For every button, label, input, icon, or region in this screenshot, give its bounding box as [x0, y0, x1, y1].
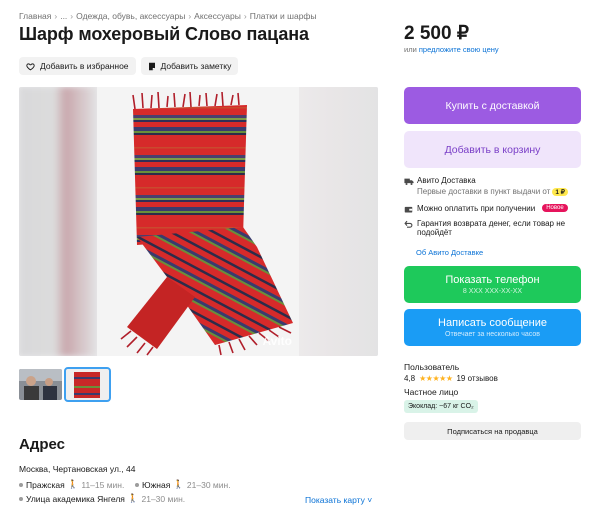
seller-rating: 4,8 ★★★★★ 19 отзывов	[404, 374, 498, 383]
thumbnail-1[interactable]	[19, 369, 62, 400]
add-to-cart-label: Добавить в корзину	[444, 143, 541, 156]
metro-time: 21–30 мин.	[141, 493, 186, 504]
write-message-label: Написать сообщение	[438, 317, 547, 329]
add-to-favorites-button[interactable]: Добавить в избранное	[19, 57, 136, 75]
gallery-blur-left	[19, 87, 97, 356]
metro-time: 21–30 мин.	[186, 479, 231, 490]
breadcrumb-separator: ›	[54, 11, 58, 21]
show-phone-label: Показать телефон	[445, 274, 540, 286]
metro-name: Южная	[142, 479, 171, 490]
star-icon: ★★★★★	[419, 374, 453, 383]
write-message-button[interactable]: Написать сообщение Отвечает за несколько…	[404, 309, 581, 346]
about-delivery-link[interactable]: Об Авито Доставке	[416, 248, 483, 257]
thumbnail-image	[66, 369, 109, 400]
address-heading: Адрес	[19, 436, 66, 453]
seller-role[interactable]: Пользователь	[404, 362, 459, 372]
guarantee-text: Гарантия возврата денег, если товар не п…	[417, 219, 566, 237]
seller-type: Частное лицо	[404, 387, 459, 397]
breadcrumb-separator: ›	[188, 11, 192, 21]
add-to-favorites-label: Добавить в избранное	[40, 61, 129, 71]
wallet-icon	[404, 205, 413, 214]
price-offer-line: или предложите свою цену	[404, 45, 499, 54]
price: 2 500 ₽	[404, 23, 469, 44]
metro-name: Пражская	[26, 479, 65, 490]
response-time: Отвечает за несколько часов	[445, 331, 540, 338]
offer-price-link[interactable]: предложите свою цену	[419, 45, 499, 54]
truck-icon	[404, 177, 414, 186]
show-map-link[interactable]: Показать карту ˅	[305, 495, 372, 505]
buy-with-delivery-label: Купить с доставкой	[445, 99, 540, 112]
heart-icon	[26, 62, 35, 71]
breadcrumb-home[interactable]: Главная	[19, 11, 51, 21]
product-photo	[97, 87, 299, 356]
buy-with-delivery-button[interactable]: Купить с доставкой	[404, 87, 581, 124]
metro-time: 11–15 мин.	[81, 479, 125, 490]
thumbnail-image	[19, 369, 62, 400]
breadcrumb-accessories[interactable]: Аксессуары	[194, 11, 241, 21]
metro-name: Улица академика Янгеля	[26, 493, 125, 504]
scarf-image	[97, 87, 299, 356]
metro-station: Пражская 🚶 11–15 мин.	[19, 479, 124, 490]
address-text: Москва, Чертановская ул., 44	[19, 464, 136, 474]
breadcrumb-clothing[interactable]: Одежда, обувь, аксессуары	[76, 11, 185, 21]
breadcrumb-separator: ›	[243, 11, 247, 21]
guarantee-row: Гарантия возврата денег, если товар не п…	[404, 219, 574, 237]
delivery-info-title: Авито Доставка Первые доставки в пункт в…	[404, 176, 568, 196]
metro-line-dot	[135, 482, 139, 487]
photo-thumbnails	[19, 367, 111, 402]
walking-icon: 🚶	[67, 479, 79, 489]
rating-value: 4,8	[404, 374, 416, 383]
pay-on-receipt-row: Можно оплатить при получении Новое	[404, 204, 568, 214]
metro-station: Улица академика Янгеля 🚶 21–30 мин.	[19, 493, 185, 504]
listing-actions: Добавить в избранное Добавить заметку	[19, 57, 239, 75]
reviews-link[interactable]: 19 отзывов	[456, 374, 497, 383]
add-note-button[interactable]: Добавить заметку	[140, 57, 239, 75]
delivery-title: Авито Доставка	[417, 176, 476, 185]
walking-icon: 🚶	[173, 479, 184, 489]
price-or-text: или	[404, 45, 417, 54]
note-icon	[148, 62, 156, 71]
breadcrumb-ellipsis[interactable]: ...	[60, 11, 67, 21]
delivery-pickup-text: Первые доставки в пункт выдачи от 1 ₽	[417, 187, 568, 196]
thumbnail-2[interactable]	[64, 367, 111, 402]
walking-icon: 🚶	[127, 493, 139, 503]
metro-station: Южная 🚶 21–30 мин.	[135, 479, 231, 490]
price-badge: 1 ₽	[552, 188, 568, 196]
eco-badge: Экоклад: ~67 кг CO₂	[404, 400, 478, 413]
subscribe-seller-label: Подписаться на продавца	[447, 426, 538, 436]
add-note-label: Добавить заметку	[160, 61, 232, 71]
photo-gallery[interactable]: Avito	[19, 87, 378, 356]
avito-watermark: Avito	[262, 334, 292, 348]
add-to-cart-button[interactable]: Добавить в корзину	[404, 131, 581, 168]
gallery-blur-right	[298, 87, 378, 356]
breadcrumb: Главная ›... › Одежда, обувь, аксессуары › Ак…	[19, 11, 317, 21]
phone-mask: 8 XXX XXX-XX-XX	[462, 288, 523, 295]
pay-on-receipt-label: Можно оплатить при получении	[417, 204, 536, 213]
show-map-label: Показать карту	[305, 495, 365, 505]
breadcrumb-scarves[interactable]: Платки и шарфы	[250, 11, 317, 21]
metro-line-dot	[19, 482, 23, 487]
page-title: Шарф мохеровый Слово пацана	[19, 24, 309, 44]
breadcrumb-separator: ›	[70, 11, 74, 21]
metro-line-dot	[19, 496, 23, 501]
chevron-down-icon: ˅	[367, 495, 373, 505]
show-phone-button[interactable]: Показать телефон 8 XXX XXX-XX-XX	[404, 266, 581, 303]
pickup-label: Первые доставки в пункт выдачи от	[417, 187, 551, 196]
subscribe-seller-button[interactable]: Подписаться на продавца	[404, 422, 581, 440]
new-badge: Новое	[542, 204, 568, 212]
return-arrow-icon	[404, 220, 413, 229]
